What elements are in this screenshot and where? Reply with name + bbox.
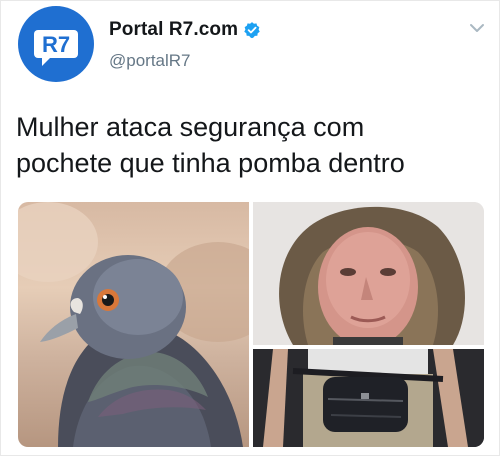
chevron-down-icon[interactable]	[469, 23, 485, 33]
waist-pouch-photo[interactable]	[253, 349, 484, 447]
r7-logo-icon: R7	[34, 30, 78, 66]
display-name[interactable]: Portal R7.com	[109, 19, 238, 41]
media-grid	[18, 202, 484, 447]
verified-badge-icon	[244, 22, 260, 39]
pigeon-photo[interactable]	[18, 202, 249, 447]
tweet-text-line-1: Mulher ataca segurança com	[16, 112, 365, 142]
tweet-text-line-2: pochete que tinha pomba dentro	[16, 148, 405, 178]
avatar[interactable]: R7	[18, 6, 94, 82]
tweet-card[interactable]: R7 Portal R7.com @portalR7 Mulher ataca …	[0, 0, 500, 456]
avatar-text: R7	[42, 32, 70, 57]
name-row: Portal R7.com	[109, 19, 261, 41]
tweet-text: Mulher ataca segurança com pochete que t…	[16, 109, 486, 181]
woman-portrait-photo[interactable]	[253, 202, 484, 345]
account-handle[interactable]: @portalR7	[109, 51, 191, 71]
